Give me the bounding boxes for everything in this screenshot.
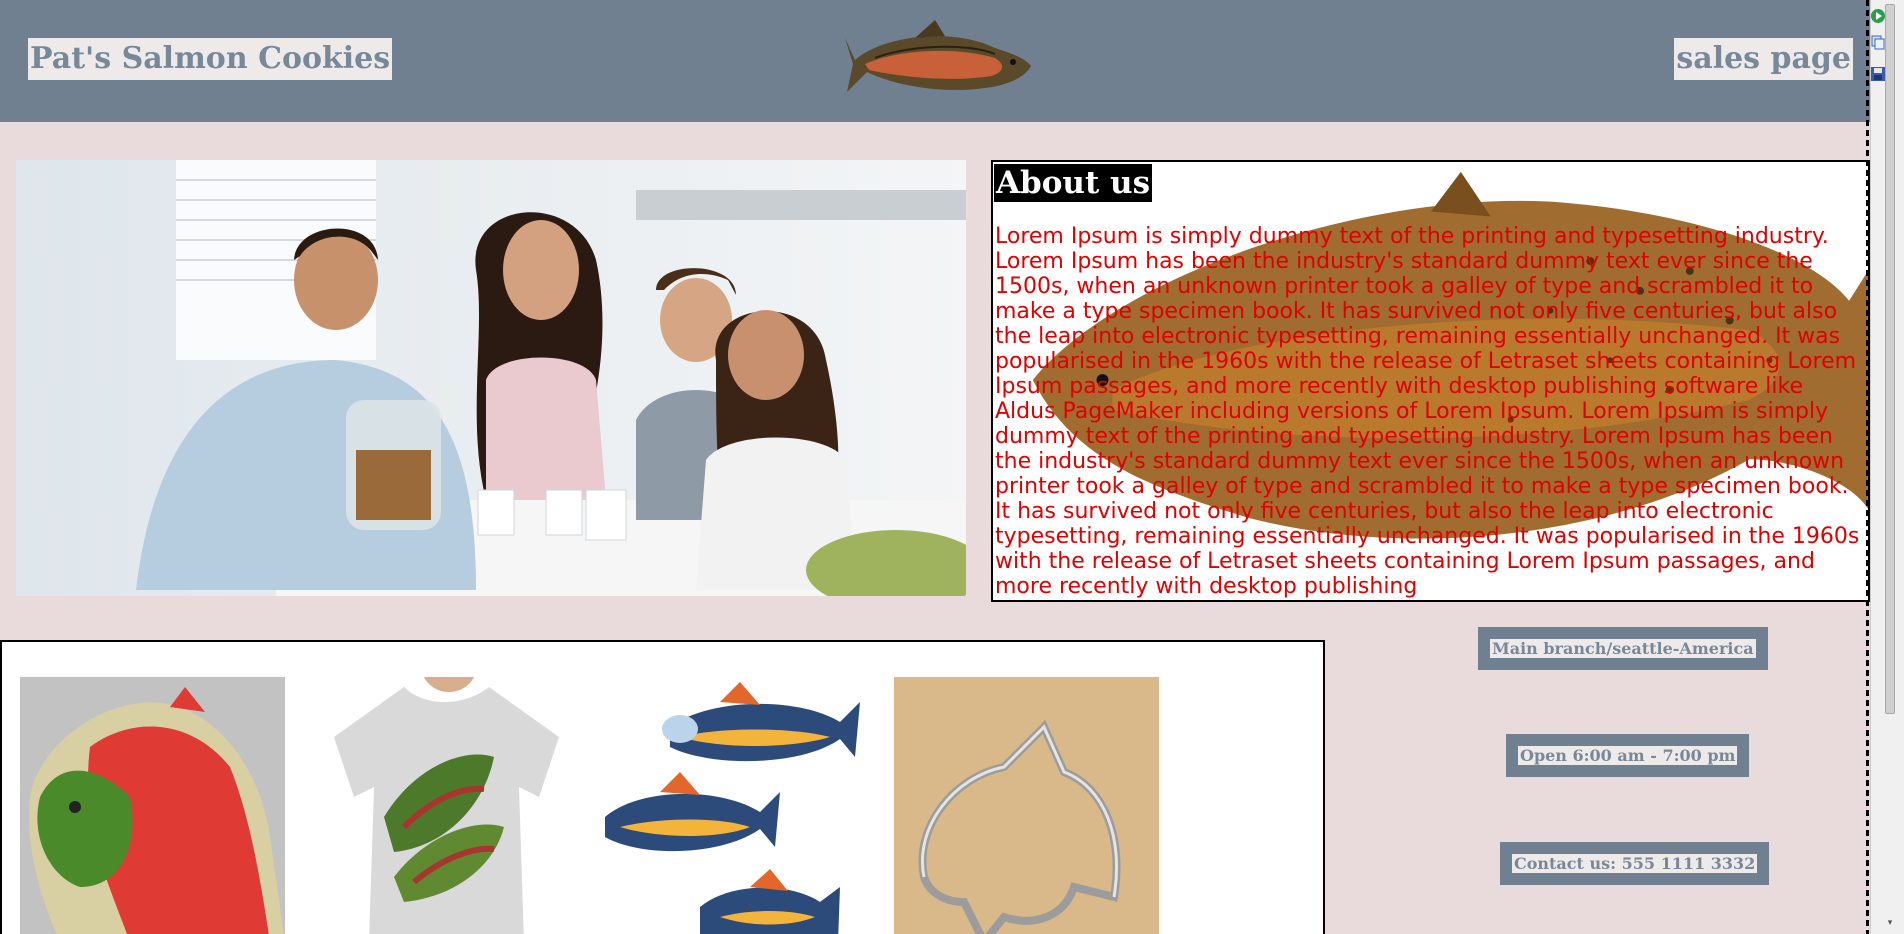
play-icon[interactable] [1870,8,1886,24]
product-cookie-cutter[interactable] [894,677,1159,934]
about-section: About us Lorem Ipsum is simply dummy tex… [991,160,1870,602]
contact-text: Contact us: 555 1111 3332 [1512,854,1758,873]
scroll-down-icon[interactable]: ▾ [1885,918,1895,930]
product-salmon-cookie[interactable] [20,677,285,934]
product-salmon-cookies-set[interactable] [600,677,865,934]
family-photo [16,160,966,596]
about-paragraph: Lorem Ipsum is simply dummy text of the … [995,224,1860,599]
copy-icon[interactable] [1870,34,1886,50]
site-title: Pat's Salmon Cookies [28,38,393,80]
site-header: Pat's Salmon Cookies sales page [0,0,1870,122]
hours-badge: Open 6:00 am - 7:00 pm [1506,734,1750,777]
branch-badge: Main branch/seattle-America [1478,627,1768,670]
cookie-cutter-icon [894,677,1159,934]
product-salmon-tshirt[interactable] [314,677,579,934]
scrollbar-thumb[interactable] [1885,4,1895,714]
about-heading: About us [994,164,1153,202]
branch-text: Main branch/seattle-America [1490,639,1756,658]
save-icon[interactable] [1870,66,1886,82]
vertical-scrollbar[interactable]: ▾ [1870,0,1904,934]
salmon-logo-icon [845,20,1031,92]
hours-text: Open 6:00 am - 7:00 pm [1518,746,1738,765]
salmon-cookie-icon [20,677,285,934]
page-edge-divider [1866,0,1869,934]
sales-page-link[interactable]: sales page [1674,38,1853,80]
salmon-cookies-set-icon [600,677,865,934]
salmon-tshirt-icon [314,677,579,934]
contact-badge: Contact us: 555 1111 3332 [1500,842,1770,885]
products-section [0,640,1325,934]
